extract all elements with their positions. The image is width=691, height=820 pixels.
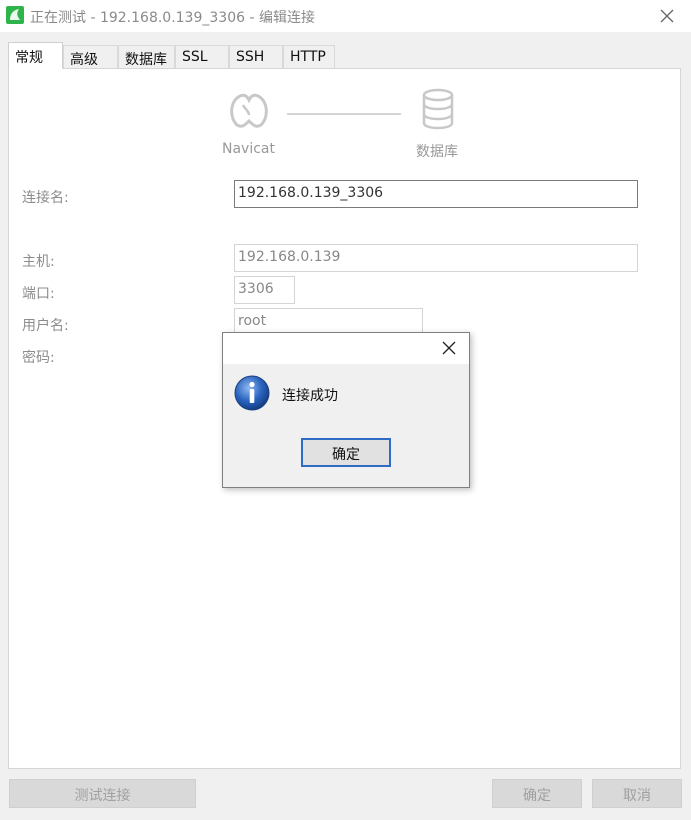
database-icon — [422, 88, 454, 130]
ok-button[interactable]: 确定 — [492, 779, 582, 808]
tab-ssh[interactable]: SSH — [229, 45, 283, 68]
tab-general[interactable]: 常规 — [8, 42, 63, 69]
dialog-title-bar — [223, 333, 469, 364]
connection-success-dialog: 连接成功 确定 — [222, 332, 470, 488]
connection-name-input[interactable]: 192.168.0.139_3306 — [234, 180, 638, 208]
close-icon — [442, 341, 456, 355]
dialog-message: 连接成功 — [282, 388, 338, 404]
navicat-seal-logo-icon — [230, 93, 268, 128]
tab-advanced[interactable]: 高级 — [63, 45, 118, 68]
host-label: 主机: — [22, 254, 55, 270]
window-title: 正在测试 - 192.168.0.139_3306 - 编辑连接 — [30, 10, 315, 26]
close-icon — [660, 9, 674, 23]
info-icon — [234, 375, 270, 411]
connection-name-label: 连接名: — [22, 190, 69, 206]
navicat-caption: Navicat — [222, 141, 275, 157]
tab-ssl[interactable]: SSL — [175, 45, 229, 68]
port-label: 端口: — [22, 286, 55, 302]
host-input[interactable]: 192.168.0.139 — [234, 244, 638, 272]
title-bar: 正在测试 - 192.168.0.139_3306 - 编辑连接 — [0, 0, 691, 32]
test-connection-button[interactable]: 测试连接 — [9, 779, 196, 808]
navicat-app-icon — [6, 6, 24, 24]
dialog-ok-button[interactable]: 确定 — [301, 438, 391, 467]
tab-databases[interactable]: 数据库 — [118, 45, 175, 68]
password-label: 密码: — [22, 350, 55, 366]
window-close-button[interactable] — [657, 6, 677, 26]
cancel-button[interactable]: 取消 — [592, 779, 682, 808]
database-caption: 数据库 — [416, 144, 458, 160]
username-label: 用户名: — [22, 318, 69, 334]
dialog-close-button[interactable] — [441, 340, 457, 356]
tab-http[interactable]: HTTP — [283, 45, 335, 68]
port-input[interactable]: 3306 — [234, 276, 295, 304]
connection-line — [287, 113, 401, 115]
